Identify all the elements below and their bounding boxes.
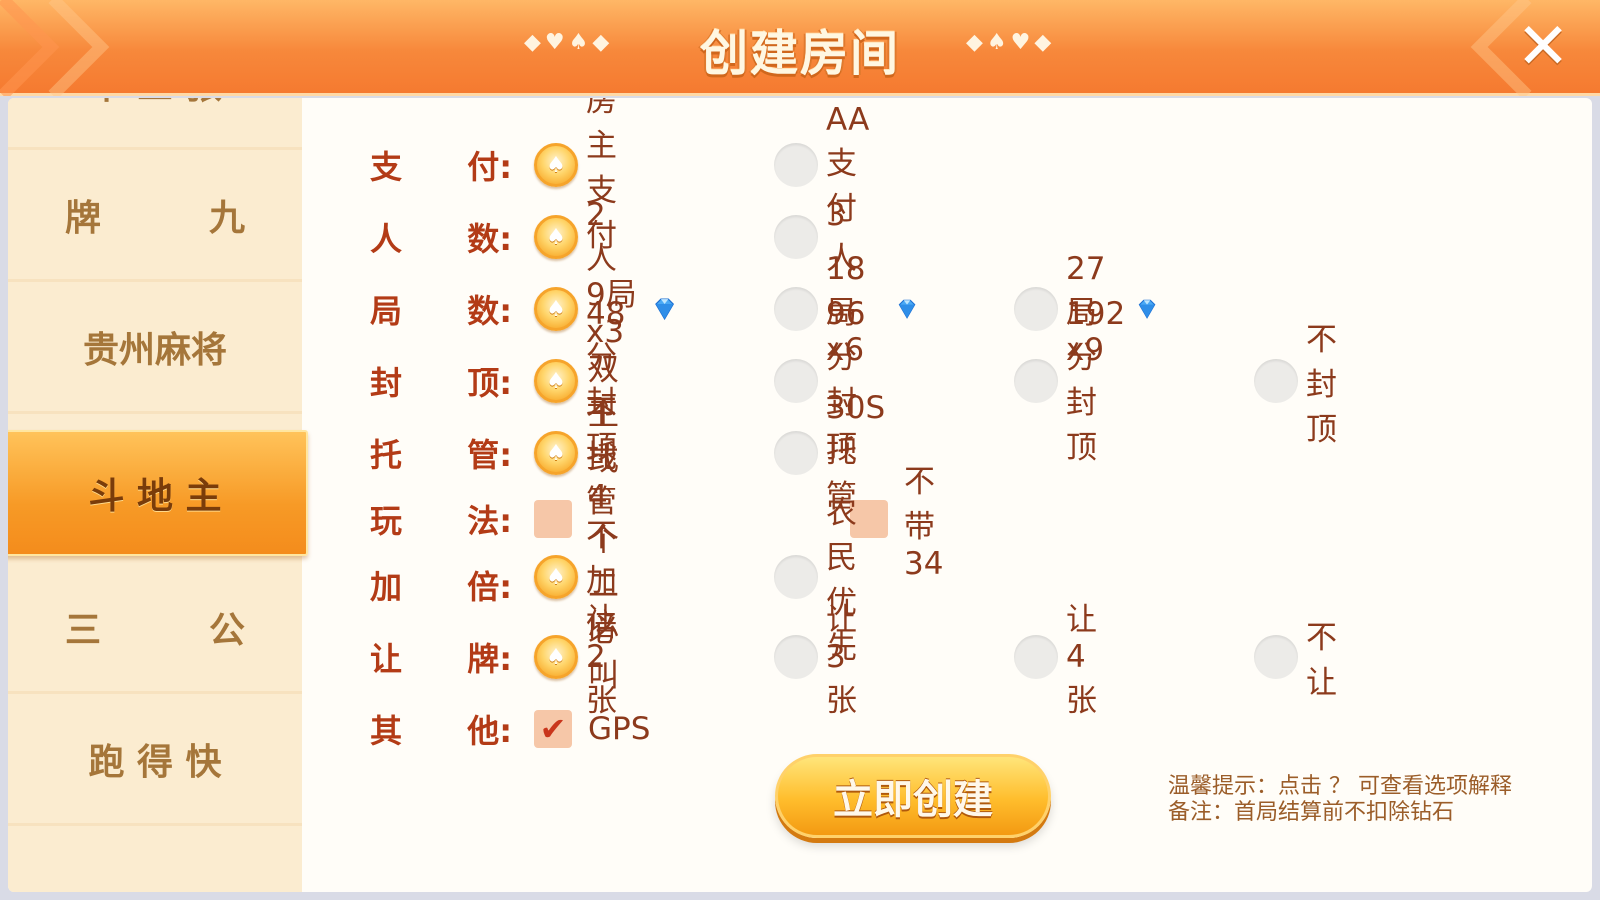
option-2-players[interactable]: ♠ 2人 — [534, 197, 617, 277]
radio-icon — [774, 215, 818, 259]
checkbox-icon — [534, 500, 572, 538]
create-room-panel: 十 三 张 牌 九 贵州麻将 斗 地 主 三 公 跑 得 快 支付: ♠房主支付 — [8, 98, 1592, 892]
sidebar-item-label: 三 公 — [64, 609, 245, 651]
row-label: 让牌: — [370, 640, 512, 678]
sidebar-item-label: 牌 九 — [64, 197, 245, 239]
sidebar-item-label: 斗 地 主 — [88, 476, 222, 517]
close-icon: ✕ — [1516, 10, 1570, 84]
sidebar-item-paodekuai[interactable]: 跑 得 快 — [8, 694, 302, 826]
checkbox-no-34[interactable]: 不带34 — [850, 464, 943, 582]
sidebar-item-guizhou-majiang[interactable]: 贵州麻将 — [8, 282, 302, 414]
diamond-icon — [655, 298, 674, 321]
radio-icon — [1014, 287, 1058, 331]
option-auto-play-30s[interactable]: 30S托管 — [774, 390, 885, 515]
row-label: 支付: — [370, 148, 512, 186]
radio-icon — [774, 287, 818, 331]
radio-selected-icon: ♠ — [534, 215, 578, 259]
radio-icon — [1014, 635, 1058, 679]
sidebar-item-sangong[interactable]: 三 公 — [8, 562, 302, 694]
sidebar-item-label: 贵州麻将 — [82, 329, 227, 371]
sidebar-item-paijiu[interactable]: 牌 九 — [8, 150, 302, 282]
radio-icon — [774, 359, 818, 403]
checkbox-gps[interactable]: ✔ GPS — [534, 704, 650, 754]
option-host-pay[interactable]: ♠ 房主支付 — [534, 98, 617, 254]
option-concede-4[interactable]: 让4张 — [1014, 602, 1097, 719]
sidebar-item-label: 跑 得 快 — [88, 741, 222, 783]
diamond-icon — [899, 299, 916, 319]
create-now-button[interactable]: 立即创建 — [775, 754, 1051, 838]
option-no-cap[interactable]: 不封顶 — [1254, 322, 1337, 448]
option-cap-192[interactable]: 192分封顶 — [1014, 296, 1125, 466]
radio-selected-icon: ♠ — [534, 635, 578, 679]
sidebar-item-label: 十 三 张 — [88, 98, 221, 109]
row-label: 封顶: — [370, 364, 512, 402]
radio-icon — [1254, 359, 1298, 403]
settings-form: 支付: ♠ 房主支付 AA支付 人数: ♠ 2人 3人 局数: ♠ 9局x3 1… — [308, 98, 1592, 892]
option-concede-3[interactable]: 让3张 — [774, 602, 857, 719]
close-button[interactable]: ✕ — [1512, 10, 1574, 84]
radio-icon — [774, 431, 818, 475]
sidebar-item-doudizhu[interactable]: 斗 地 主 — [8, 430, 308, 556]
game-sidebar: 十 三 张 牌 九 贵州麻将 斗 地 主 三 公 跑 得 快 — [8, 98, 308, 892]
row-label: 玩法: — [370, 502, 512, 540]
radio-selected-icon: ♠ — [534, 359, 578, 403]
note-text: 备注：首局结算前不扣除钻石 — [1168, 800, 1455, 825]
row-label: 加倍: — [370, 568, 512, 606]
row-label: 人数: — [370, 220, 512, 258]
radio-icon — [774, 555, 818, 599]
title-bar: ◆♥♠◆ 创建房间 ◆♠♥◆ ✕ — [0, 0, 1600, 96]
row-label: 局数: — [370, 292, 512, 330]
radio-icon — [774, 635, 818, 679]
radio-selected-icon: ♠ — [534, 287, 578, 331]
page-title: 创建房间 — [699, 26, 900, 82]
radio-icon — [1254, 635, 1298, 679]
option-aa-pay[interactable]: AA支付 — [774, 102, 869, 227]
checkmark-icon: ✔ — [534, 710, 572, 748]
suits-decoration-right: ◆♠♥◆ — [966, 30, 1056, 55]
sidebar-item-shisanzhang[interactable]: 十 三 张 — [8, 98, 302, 150]
row-label: 其他: — [370, 712, 512, 750]
radio-selected-icon: ♠ — [534, 143, 578, 187]
radio-icon — [1014, 359, 1058, 403]
radio-selected-icon: ♠ — [534, 431, 578, 475]
row-label: 托管: — [370, 436, 512, 474]
diamond-icon — [1139, 299, 1156, 319]
radio-icon — [774, 143, 818, 187]
option-no-concede[interactable]: 不让 — [1254, 620, 1337, 701]
option-concede-2[interactable]: ♠ 让2张 — [534, 602, 617, 719]
radio-selected-icon: ♠ — [534, 555, 578, 599]
